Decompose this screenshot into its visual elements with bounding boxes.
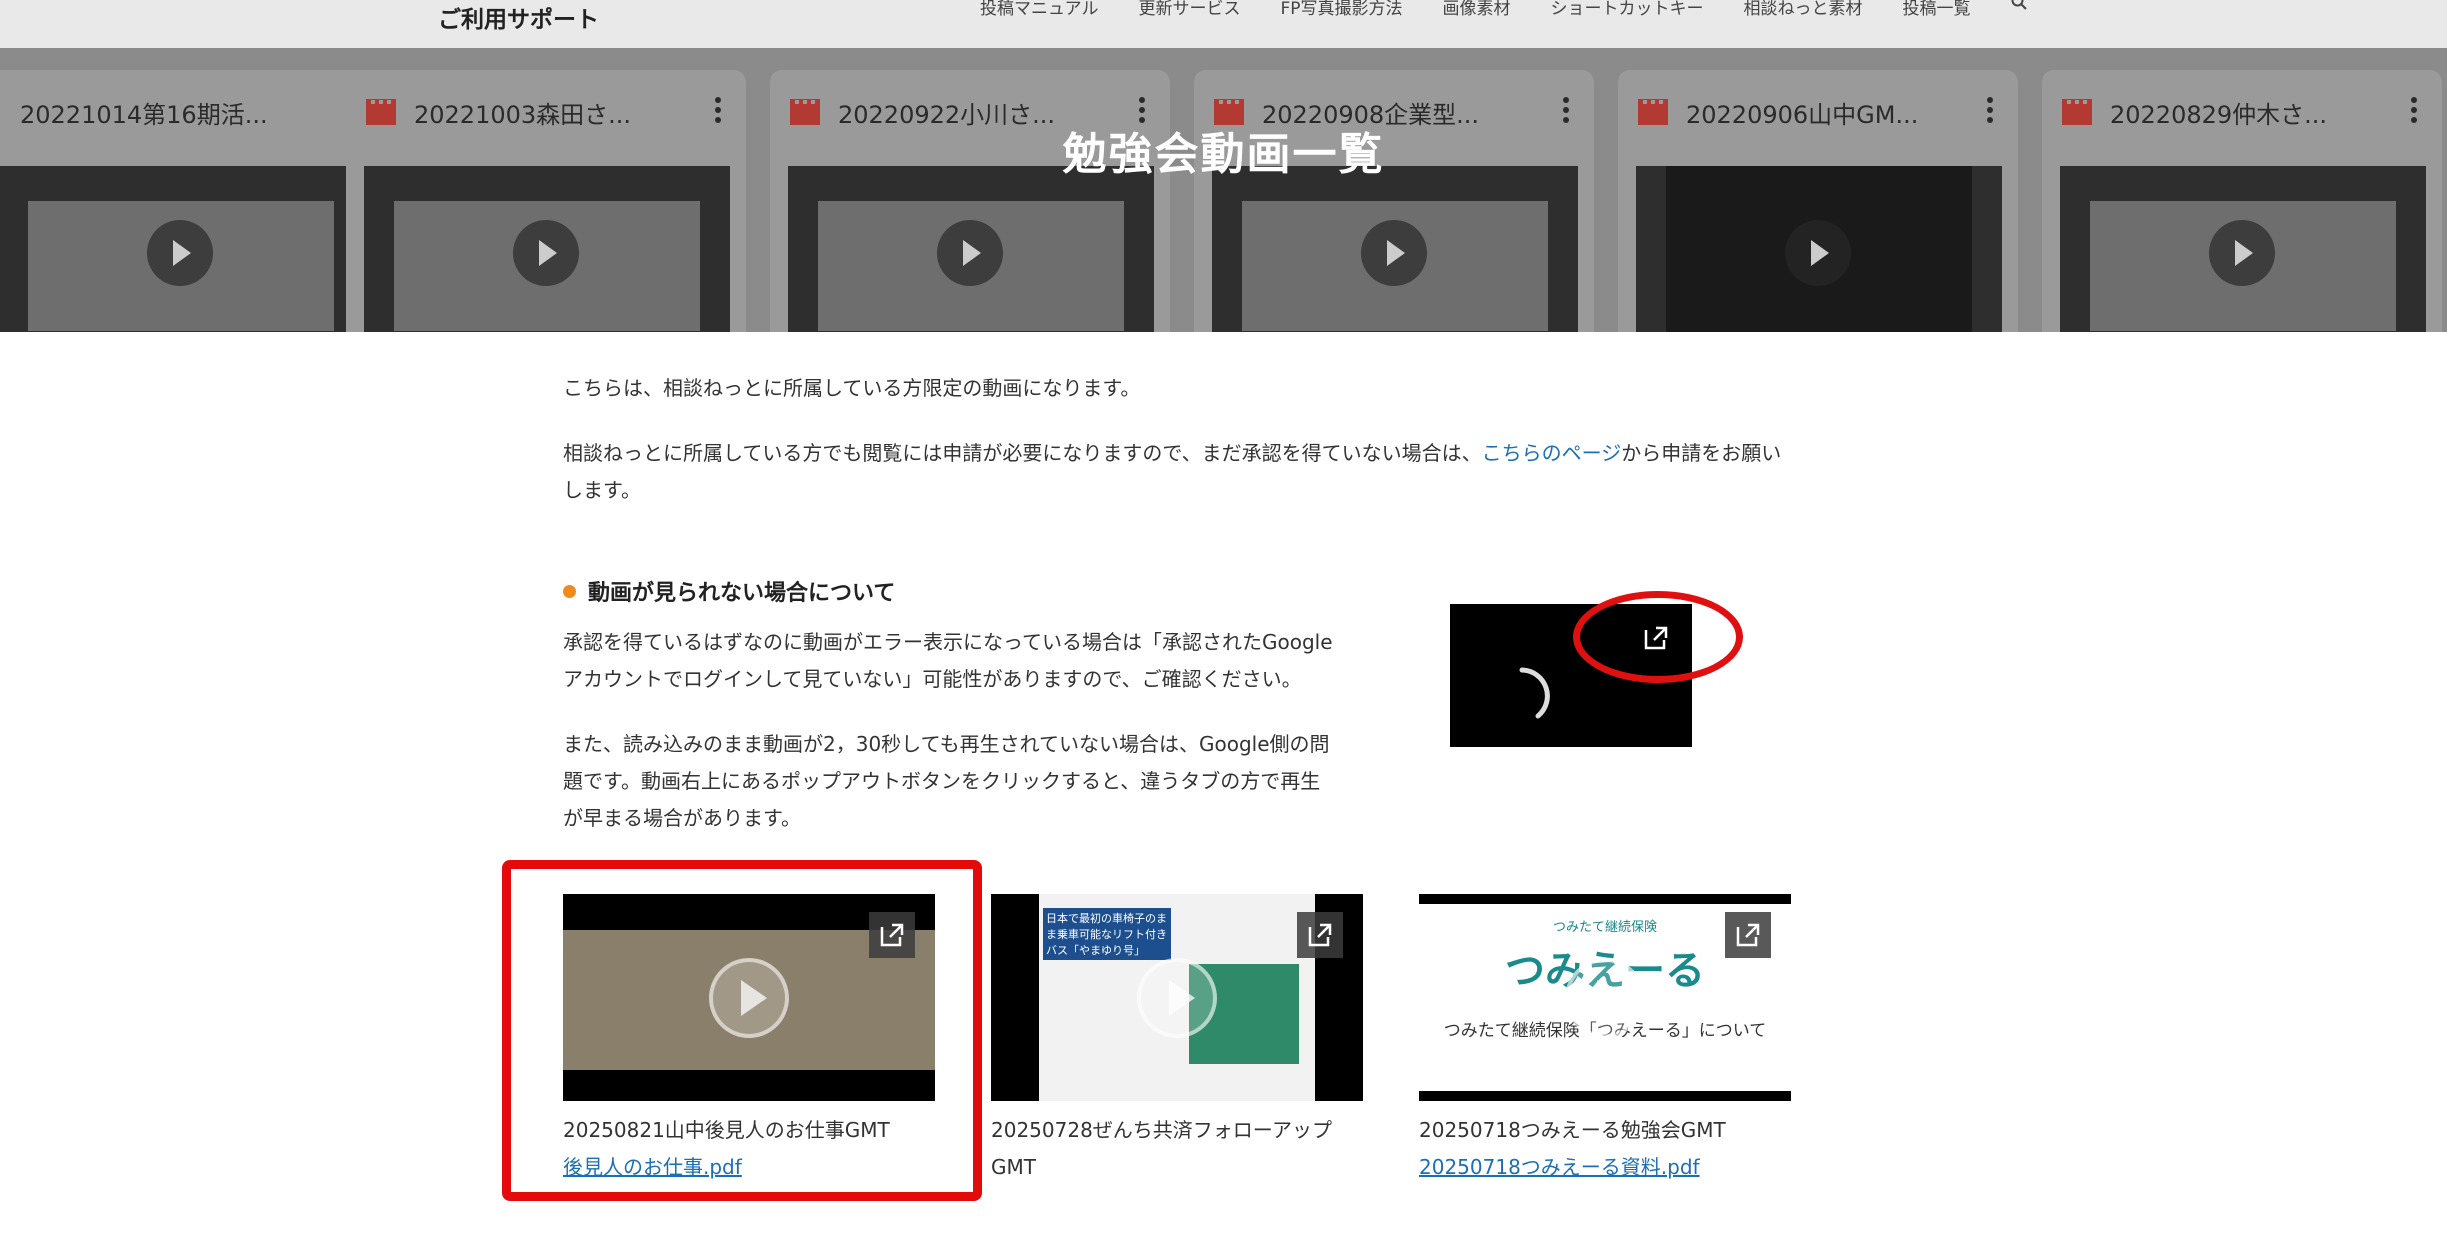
popout-button[interactable] xyxy=(1297,912,1343,958)
intro-text: こちらは、相談ねっとに所属している方限定の動画になります。 xyxy=(563,376,1141,400)
highlight-annotation xyxy=(502,860,982,1201)
play-icon[interactable] xyxy=(513,220,579,286)
site-header: ご利用サポート 投稿マニュアル 更新サービス FP写真撮影方法 画像素材 ショー… xyxy=(0,0,2447,48)
nav-item-posts[interactable]: 投稿一覧 xyxy=(1903,0,1971,19)
nav-item-materials[interactable]: 相談ねっと素材 xyxy=(1744,0,1863,19)
video-title: 20250718つみえーる勉強会GMT xyxy=(1419,1118,1726,1142)
notice-paragraph-2: また、読み込みのまま動画が2，30秒しても再生されていない場合は、Google側… xyxy=(563,732,1330,830)
nav-item-images[interactable]: 画像素材 xyxy=(1443,0,1511,19)
video-player[interactable]: つみたて継続保険 つみえーる つみたて継続保険「つみえーる」について xyxy=(1419,894,1791,1101)
hero-video-card[interactable]: 20220906山中GM... xyxy=(1618,70,2018,332)
video-player[interactable]: 日本で最初の車椅子のまま乗車可能なリフト付きバス「やまゆり号」 xyxy=(991,894,1363,1101)
nav-item-shortcuts[interactable]: ショートカットキー xyxy=(1551,0,1704,19)
main-nav: 投稿マニュアル 更新サービス FP写真撮影方法 画像素材 ショートカットキー 相… xyxy=(980,0,2027,19)
popout-icon xyxy=(1308,923,1332,947)
hero-video-card[interactable]: 20220908企業型... xyxy=(1194,70,1594,332)
bullet-icon xyxy=(563,584,576,598)
pdf-link[interactable]: 20250718つみえーる資料.pdf xyxy=(1419,1149,1700,1186)
hero-video-card[interactable]: 20221014第16期活... xyxy=(0,70,380,332)
site-brand[interactable]: ご利用サポート xyxy=(438,0,599,34)
hero-video-card[interactable]: 20220829仲木さ... xyxy=(2042,70,2442,332)
thumbnail-headline: 日本で最初の車椅子のまま乗車可能なリフト付きバス「やまゆり号」 xyxy=(1043,908,1171,960)
play-icon[interactable] xyxy=(937,220,1003,286)
video-title: 20250728ぜんち共済フォローアップ GMT xyxy=(991,1118,1332,1179)
play-icon[interactable] xyxy=(1785,220,1851,286)
popout-button[interactable] xyxy=(1725,912,1771,958)
page-title: 勉強会動画一覧 xyxy=(1062,129,1385,180)
play-icon[interactable] xyxy=(2209,220,2275,286)
popout-highlight-annotation xyxy=(1573,591,1743,683)
application-page-link[interactable]: こちらのページ xyxy=(1482,441,1622,465)
play-icon[interactable] xyxy=(1361,220,1427,286)
play-icon[interactable] xyxy=(1565,957,1645,1038)
play-icon[interactable] xyxy=(1137,957,1217,1038)
nav-item-manual[interactable]: 投稿マニュアル xyxy=(980,0,1099,19)
notice-paragraph-1: 承認を得ているはずなのに動画がエラー表示になっている場合は「承認されたGoogl… xyxy=(563,630,1333,691)
hero-video-card[interactable]: 20221003森田さ... xyxy=(346,70,746,332)
section-heading: 動画が見られない場合について xyxy=(563,575,895,607)
nav-item-photo[interactable]: FP写真撮影方法 xyxy=(1281,0,1403,19)
popout-icon xyxy=(1736,923,1760,947)
intro-approval-text: 相談ねっとに所属している方でも閲覧には申請が必要になりますので、まだ承認を得てい… xyxy=(563,441,1782,502)
loading-spinner-icon xyxy=(1519,667,1550,719)
hero-banner: 20221014第16期活... 20221003森田さ... 20220922… xyxy=(0,48,2447,332)
hero-video-card[interactable]: 20220922小川さ... xyxy=(770,70,1170,332)
nav-item-update-service[interactable]: 更新サービス xyxy=(1139,0,1241,19)
play-icon[interactable] xyxy=(147,220,213,286)
search-icon[interactable] xyxy=(2011,0,2027,10)
